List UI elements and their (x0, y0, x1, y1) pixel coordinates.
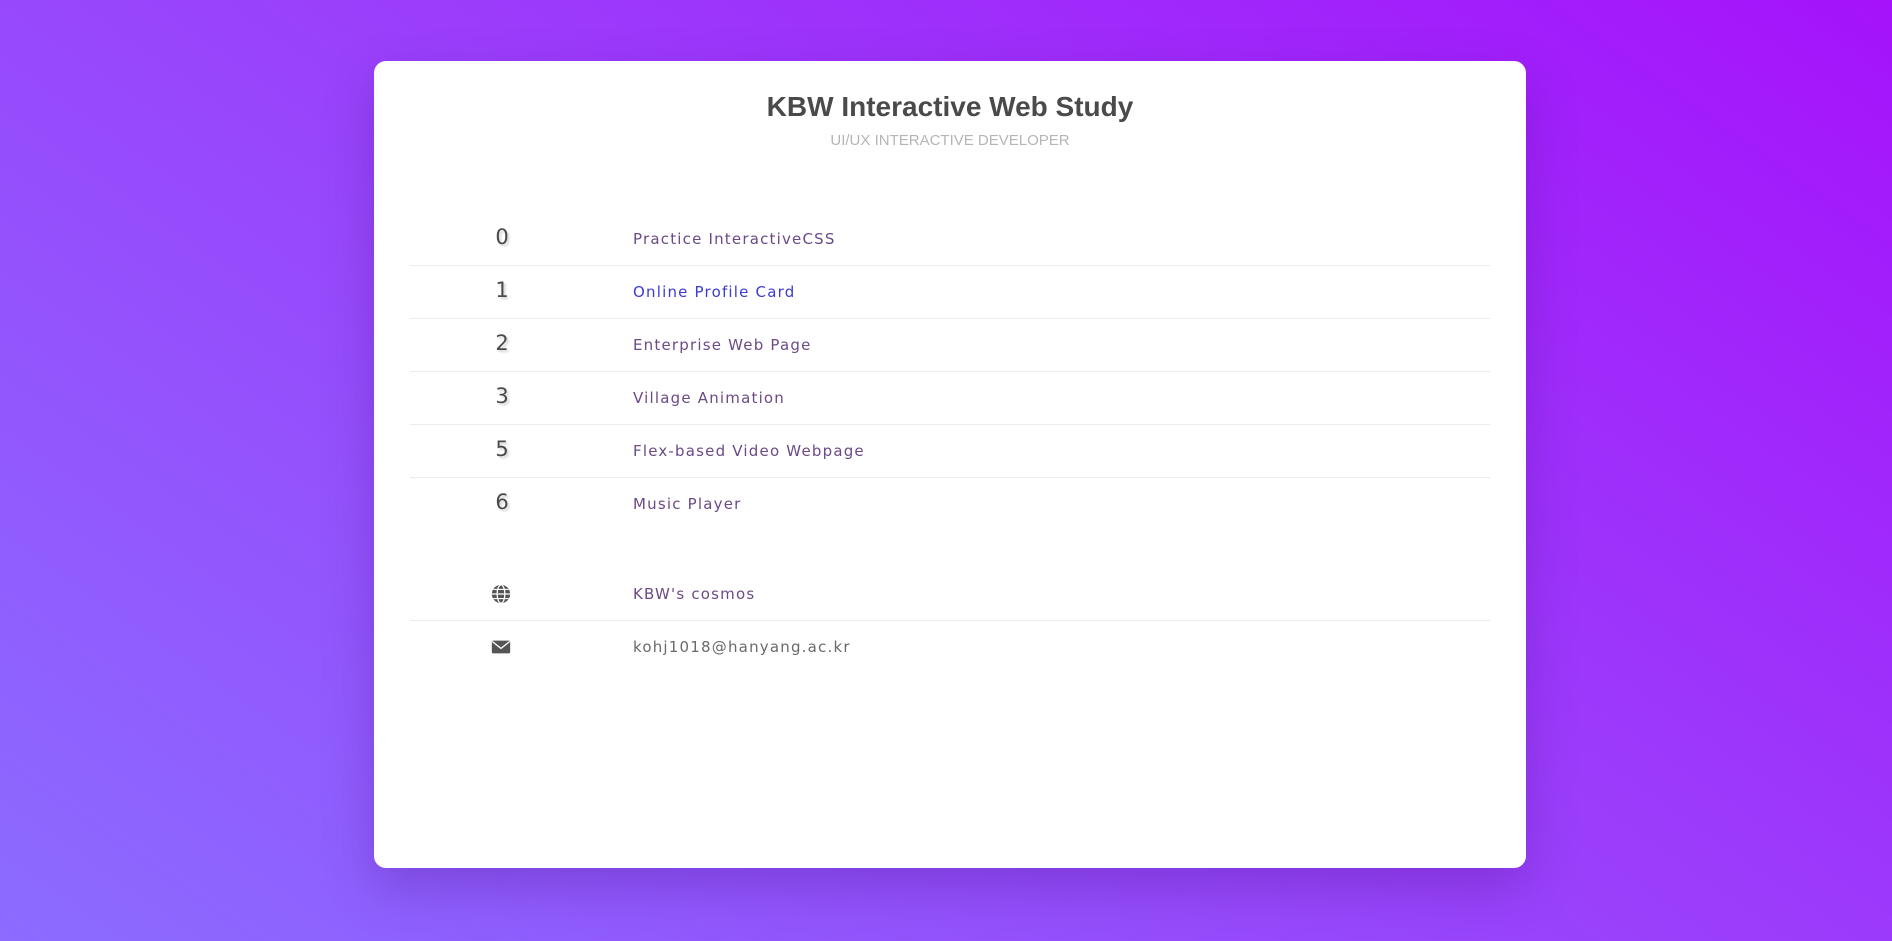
page-subtitle: UI/UX INTERACTIVE DEVELOPER (830, 132, 1070, 149)
list-item: 0 Practice InteractiveCSS (410, 213, 1490, 266)
main-card: KBW Interactive Web Study UI/UX INTERACT… (374, 61, 1526, 868)
list-item: 3 Village Animation (410, 372, 1490, 425)
page-title: KBW Interactive Web Study (766, 91, 1134, 122)
list-item: kohj1018@hanyang.ac.kr (410, 621, 1490, 674)
project-link-village-animation[interactable]: Village Animation (633, 389, 785, 407)
project-link-flex-video-webpage[interactable]: Flex-based Video Webpage (633, 442, 865, 460)
project-list: 0 Practice InteractiveCSS 1 Online Profi… (410, 213, 1490, 531)
project-number: 5 (495, 437, 509, 461)
project-number: 1 (495, 278, 509, 302)
project-number: 0 (495, 225, 509, 249)
project-number: 3 (495, 384, 509, 408)
project-link-practice-interactive-css[interactable]: Practice InteractiveCSS (633, 230, 836, 248)
project-number: 2 (495, 331, 509, 355)
link-email[interactable]: kohj1018@hanyang.ac.kr (633, 638, 851, 656)
project-link-enterprise-web-page[interactable]: Enterprise Web Page (633, 336, 812, 354)
list-item: 1 Online Profile Card (410, 266, 1490, 319)
list-item: 6 Music Player (410, 478, 1490, 531)
link-kbw-cosmos[interactable]: KBW's cosmos (633, 585, 755, 603)
project-link-music-player[interactable]: Music Player (633, 495, 742, 513)
project-link-online-profile-card[interactable]: Online Profile Card (633, 283, 795, 301)
list-item: KBW's cosmos (410, 568, 1490, 621)
envelope-icon (491, 640, 511, 654)
globe-icon (491, 584, 511, 604)
project-number: 6 (495, 490, 509, 514)
list-item: 5 Flex-based Video Webpage (410, 425, 1490, 478)
contact-list: KBW's cosmos kohj1018@hanyang.ac.kr (410, 568, 1490, 674)
list-item: 2 Enterprise Web Page (410, 319, 1490, 372)
